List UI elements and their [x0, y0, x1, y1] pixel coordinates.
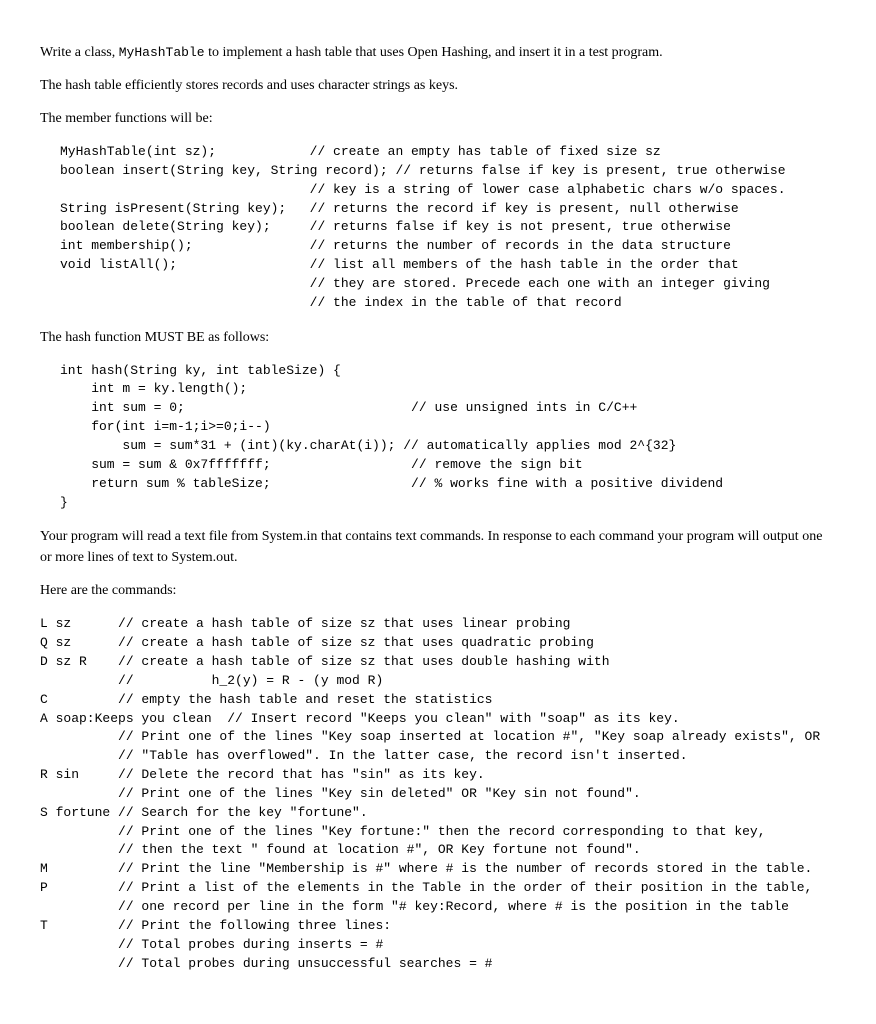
intro-paragraph-3: The member functions will be:: [40, 108, 836, 129]
intro-paragraph-2: The hash table efficiently stores record…: [40, 75, 836, 96]
intro-code-classname: MyHashTable: [119, 45, 205, 60]
commands-heading: Here are the commands:: [40, 580, 836, 601]
hash-function-block: int hash(String ky, int tableSize) { int…: [60, 362, 836, 513]
intro-paragraph-1: Write a class, MyHashTable to implement …: [40, 42, 836, 63]
intro-text-pre: Write a class,: [40, 45, 119, 60]
intro-text-post: to implement a hash table that uses Open…: [205, 45, 663, 60]
commands-block: L sz // create a hash table of size sz t…: [40, 615, 836, 973]
program-description: Your program will read a text file from …: [40, 526, 836, 568]
hash-function-heading: The hash function MUST BE as follows:: [40, 327, 836, 348]
member-functions-block: MyHashTable(int sz); // create an empty …: [60, 143, 836, 313]
